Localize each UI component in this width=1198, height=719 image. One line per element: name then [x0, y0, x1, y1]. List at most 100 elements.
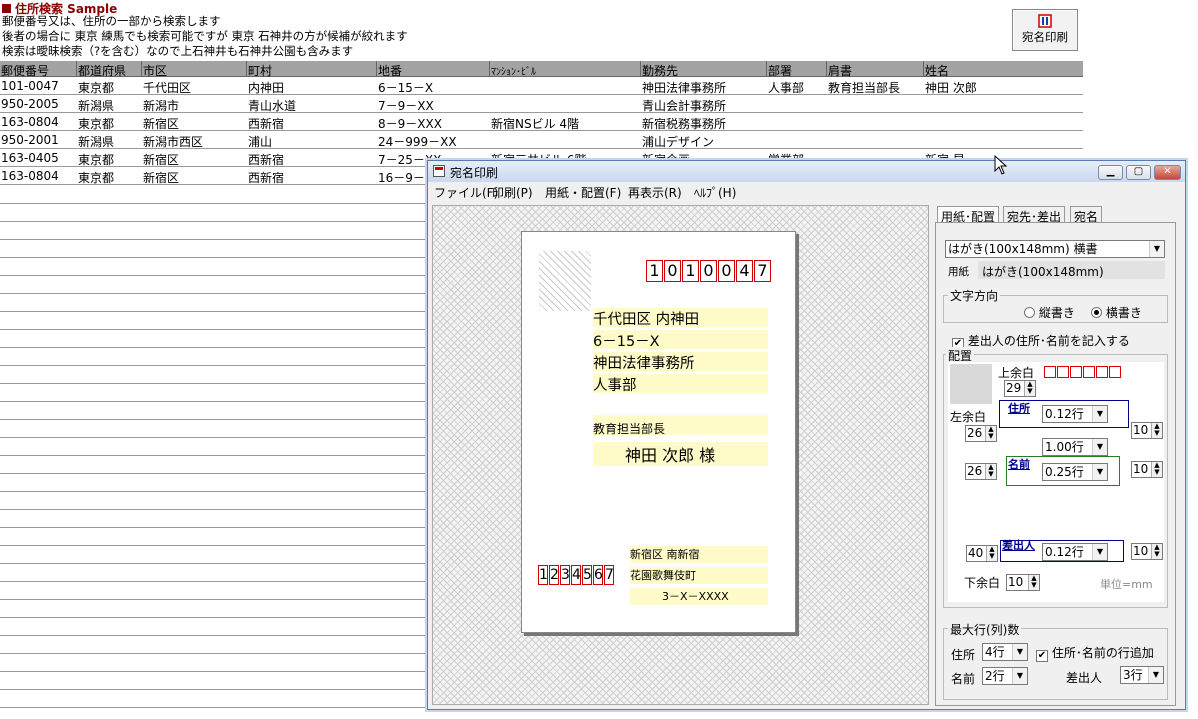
address-block-label: 住所	[1008, 402, 1030, 415]
table-row[interactable]: 950-2005 新潟県 新潟市 青山水道 7－9－XX 青山会計事務所	[0, 95, 1083, 113]
top-margin-value: 29	[1006, 381, 1022, 395]
radio-selected-icon	[1091, 307, 1102, 318]
top-margin-label: 上余白	[998, 366, 1035, 380]
table-cell: 新宿区	[143, 117, 180, 131]
address-gap-value: 0.12行	[1045, 407, 1084, 421]
address-right-spinner[interactable]: 10 ▲ ▼	[1131, 422, 1163, 439]
menu-print[interactable]: 印刷(P)	[492, 184, 533, 201]
zip-digit: 4	[571, 565, 581, 585]
table-cell: 24－999－XX	[378, 135, 457, 149]
title-square-icon	[2, 4, 11, 13]
address-left-spinner[interactable]: 26 ▲ ▼	[965, 425, 997, 442]
sender-line-2: 花園歌舞伎町	[630, 567, 768, 584]
top-margin-spinner[interactable]: 29 ▲ ▼	[1004, 380, 1036, 397]
zip-digit: 0	[718, 260, 735, 282]
menu-refresh[interactable]: 再表示(R)	[628, 184, 682, 201]
table-row[interactable]: 101-0047 東京都 千代田区 内神田 6－15－X 神田法律事務所 人事部 教育担当部長…	[0, 77, 1083, 95]
menu-paper-layout[interactable]: 用紙・配置(F)	[545, 184, 621, 201]
unit-label: 単位=mm	[1100, 578, 1153, 591]
chevron-down-icon: ▼	[1149, 241, 1164, 257]
add-lines-checkbox[interactable]: ✔ 住所･名前の行追加	[1036, 644, 1154, 662]
chevron-down-icon: ▼	[1148, 667, 1163, 683]
paper-type-select[interactable]: はがき(100x148mm) 横書 ▼	[945, 240, 1165, 258]
spinner-arrows-icon[interactable]: ▲ ▼	[1028, 575, 1039, 590]
address-gap-select[interactable]: 0.12行 ▼	[1042, 405, 1108, 423]
table-row[interactable]: 163-0804 東京都 新宿区 西新宿 8－9－XXX 新宿NSビル 4階 新宿税務事務所	[0, 113, 1083, 131]
menu-bar: ファイル(F) 印刷(P) 用紙・配置(F) 再表示(R) ﾍﾙﾌﾟ(H)	[428, 182, 1185, 201]
table-cell: 163-0804	[1, 169, 59, 183]
chevron-down-icon: ▼	[1012, 668, 1027, 684]
zip-boxes-diagram	[1044, 366, 1122, 381]
bottom-margin-spinner[interactable]: 10 ▲ ▼	[1006, 574, 1040, 591]
minimize-button[interactable]: ▁	[1098, 165, 1123, 180]
spinner-arrows-icon[interactable]: ▲ ▼	[985, 464, 996, 479]
postcard-preview: 1010047 千代田区 内神田 6－15－X 神田法律事務所 人事部 教育担当…	[432, 205, 929, 705]
table-cell: 7－9－XX	[378, 99, 434, 113]
spinner-arrows-icon[interactable]: ▲ ▼	[1024, 381, 1035, 396]
sender-gap-select[interactable]: 0.12行 ▼	[1042, 543, 1108, 561]
spinner-arrows-icon[interactable]: ▲ ▼	[1151, 544, 1162, 559]
close-button[interactable]: ✕	[1154, 165, 1181, 180]
maximize-button[interactable]: ▢	[1126, 165, 1151, 180]
zip-digit: 2	[549, 565, 559, 585]
address-right-value: 10	[1133, 423, 1149, 437]
max-name-value: 2行	[985, 669, 1005, 683]
stamp-area-diagram	[950, 364, 992, 404]
sender-checkbox[interactable]: ✔ 差出人の住所･名前を記入する	[952, 332, 1130, 350]
dialog-title: 宛名印刷	[450, 166, 499, 180]
table-cell: 新潟市西区	[143, 135, 204, 149]
spinner-arrows-icon[interactable]: ▲ ▼	[986, 546, 997, 561]
address-line-2: 6－15－X	[593, 330, 768, 350]
address-line-3: 神田法律事務所	[593, 352, 768, 372]
name-right-spinner[interactable]: 10 ▲ ▼	[1131, 461, 1163, 478]
max-lines-label: 最大行(列)数	[948, 621, 1022, 638]
name-gap-value: 0.25行	[1045, 465, 1084, 479]
name-right-value: 10	[1133, 462, 1149, 476]
bottom-margin-label: 下余白	[964, 576, 1001, 590]
add-lines-label: 住所･名前の行追加	[1051, 646, 1154, 660]
line-spacing-value: 1.00行	[1045, 440, 1084, 454]
table-cell: 8－9－XXX	[378, 117, 442, 131]
spinner-arrows-icon[interactable]: ▲ ▼	[1151, 423, 1162, 438]
table-cell: 内神田	[248, 81, 285, 95]
max-name-label: 名前	[951, 672, 976, 686]
label-print-button[interactable]: 宛名印刷	[1012, 9, 1078, 51]
table-cell: 新宿NSビル 4階	[491, 117, 580, 131]
dialog-titlebar[interactable]: 宛名印刷 ▁ ▢ ✕	[428, 161, 1185, 182]
spinner-arrows-icon[interactable]: ▲ ▼	[985, 426, 996, 441]
zip-digit: 1	[646, 260, 663, 282]
max-address-select[interactable]: 4行 ▼	[982, 643, 1028, 661]
postcard: 1010047 千代田区 内神田 6－15－X 神田法律事務所 人事部 教育担当…	[521, 231, 796, 633]
name-left-spinner[interactable]: 26 ▲ ▼	[965, 463, 997, 480]
check-icon: ✔	[1036, 650, 1048, 662]
name-gap-select[interactable]: 0.25行 ▼	[1042, 463, 1108, 481]
menu-help[interactable]: ﾍﾙﾌﾟ(H)	[694, 184, 736, 201]
sender-right-spinner[interactable]: 10 ▲ ▼	[1131, 543, 1163, 560]
sender-line-3: 3－X－XXXX	[630, 588, 768, 605]
zip-digit: 7	[604, 565, 614, 585]
col-header-building[interactable]: ﾏﾝｼｮﾝ･ﾋﾞﾙ	[491, 63, 536, 78]
table-cell: 新潟県	[78, 135, 115, 149]
table-cell: 教育担当部長	[828, 81, 901, 95]
stamp-area	[539, 251, 591, 311]
max-sender-select[interactable]: 3行 ▼	[1120, 666, 1164, 684]
sender-left-spinner[interactable]: 40 ▲ ▼	[966, 545, 998, 562]
zip-digit: 5	[582, 565, 592, 585]
line-spacing-select[interactable]: 1.00行 ▼	[1042, 438, 1108, 456]
horizontal-radio[interactable]: 横書き	[1091, 304, 1142, 321]
radio-icon	[1024, 307, 1035, 318]
vertical-radio[interactable]: 縦書き	[1024, 304, 1075, 321]
chevron-down-icon: ▼	[1092, 544, 1107, 560]
max-name-select[interactable]: 2行 ▼	[982, 667, 1028, 685]
chevron-down-icon: ▼	[1092, 464, 1107, 480]
menu-file[interactable]: ファイル(F)	[434, 184, 498, 201]
recipient-title: 教育担当部長	[593, 415, 768, 436]
direction-label: 文字方向	[948, 287, 1001, 304]
table-row[interactable]: 950-2001 新潟県 新潟市西区 浦山 24－999－XX 浦山デザイン	[0, 131, 1083, 149]
spinner-arrows-icon[interactable]: ▲ ▼	[1151, 462, 1162, 477]
max-address-value: 4行	[985, 645, 1005, 659]
vertical-label: 縦書き	[1038, 306, 1075, 320]
zip-digit: 1	[682, 260, 699, 282]
table-cell: 163-0804	[1, 115, 59, 129]
sender-right-value: 10	[1133, 544, 1149, 558]
